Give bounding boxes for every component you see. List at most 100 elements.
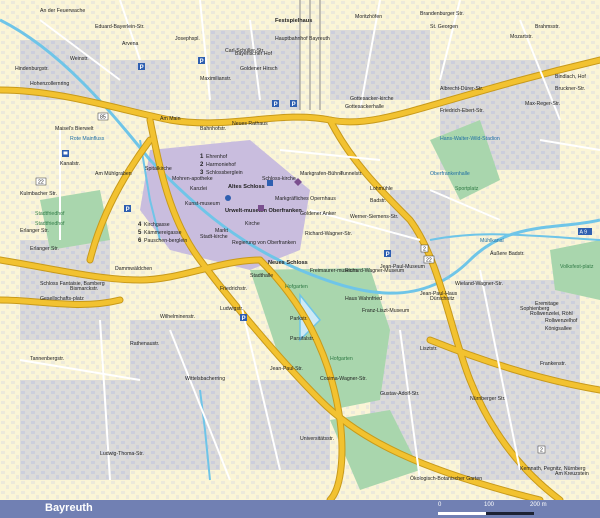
road-label: Weinstr. (70, 56, 89, 62)
road-label: Hindenburgstr. (15, 66, 49, 72)
route-shield-number: 2 (540, 448, 543, 454)
place-label: Markgrafen-Bühne (300, 171, 343, 177)
place-label: Markt (215, 228, 229, 234)
road-label: An der Feuerwache (40, 8, 85, 14)
place-label: Hans-Walter-Wild-Stadion (440, 136, 500, 142)
park-label: Hofgarten (330, 356, 353, 362)
place-label: Kirche (245, 221, 260, 227)
road-label: Lisztstr. (420, 346, 438, 352)
place-label: Franz-Liszt-Museum (362, 308, 409, 314)
water-label: Rote Mainfluss (70, 136, 105, 142)
museum-icon (258, 205, 264, 211)
svg-text:P: P (292, 102, 296, 108)
road-label: Frankenstr. (540, 361, 566, 367)
road-label: Dammwäldchen (115, 266, 152, 272)
place-label: Stadtfriedhof (35, 221, 65, 227)
road-label: Hohenzollernring (30, 81, 69, 87)
place-label: Jean-Paul-Haus (420, 291, 458, 297)
city-map: An der Feuerwache Eduard-Bayerlein-Str. … (0, 0, 600, 504)
road-label: Brahmsstr. (535, 24, 560, 30)
road-label: Mozartstr. (510, 34, 533, 40)
road-label: Kulmbacher Str. (20, 191, 57, 197)
road-label: Gustav-Adolf-Str. (380, 391, 420, 397)
sight-label: Ehrenhof (206, 154, 228, 160)
scale-segment (486, 512, 534, 515)
road-label: Wilhelminenstr. (160, 314, 195, 320)
road-label: Richard-Wagner-Str. (305, 231, 352, 237)
road-label: Josephspl. (175, 36, 200, 42)
place-label: Goldener Anker (300, 211, 336, 217)
scale-segment (438, 512, 486, 515)
road-label: Arvena (122, 41, 139, 47)
road-label: Am Kreuzstein (555, 471, 589, 477)
place-label: Stadthalle (250, 273, 273, 279)
place-label: Stadtfriedhof (35, 211, 65, 217)
place-label: Festspielhaus (275, 18, 312, 24)
place-label: Rollwenzelei, Röhl (530, 311, 573, 317)
svg-text:P: P (242, 316, 246, 322)
svg-text:P: P (274, 102, 278, 108)
road-label: Max-Reger-Str. (525, 101, 560, 107)
place-label: Hauptbahnhof Bayreuth (275, 36, 330, 42)
parking-icon: P (198, 57, 205, 65)
road-label: Parkstr. (290, 316, 308, 322)
place-label: Spitalkirche (145, 166, 172, 172)
route-shield-number: 22 (426, 258, 432, 264)
place-label: Gottesackerhalle (345, 104, 384, 110)
place-label: Lohmühle (370, 186, 393, 192)
road-label: Wittelsbacherring (185, 376, 225, 382)
road-label: Badstr. (370, 198, 386, 204)
road-label: Erlanger Str. (30, 246, 59, 252)
map-title: Bayreuth (45, 502, 93, 514)
stadtfriedhof-park (40, 190, 110, 250)
route-shield-number: 85 (100, 115, 106, 121)
svg-text:P: P (126, 207, 130, 213)
place-label: Gesellschafts-platz (40, 296, 84, 302)
info-icon (225, 195, 231, 201)
scale-label: 100 (484, 502, 495, 508)
place-label: Gottesacker-kirche (350, 96, 394, 102)
park-label: Hofgarten (285, 284, 308, 290)
road-label: Maximilianstr. (200, 76, 231, 82)
scale-bar: 0 100 200 m (438, 502, 588, 516)
road-label: Ludwig-Thoma-Str. (100, 451, 144, 457)
road-label: Bruckner-Str. (555, 86, 585, 92)
road-label: Parsifalstr. (290, 336, 314, 342)
place-label: Rollwenzelhof (545, 318, 578, 324)
road-label: Bahnhofstr. (200, 126, 226, 132)
parking-icon: P (138, 63, 145, 71)
parking-icon: P (272, 100, 279, 108)
road-label: St. Georgen (430, 24, 458, 30)
road-label: Tannenbergstr. (30, 356, 64, 362)
road-label: Cosima-Wagner-Str. (320, 376, 367, 382)
road-label: Äußere Badstr. (490, 250, 525, 257)
road-label: Brandenburger Str. (420, 11, 464, 17)
map-footer-bar: Bayreuth 0 100 200 m (0, 500, 600, 518)
place-label: Schloss Fantaisie, Bamberg (40, 281, 105, 287)
svg-text:P: P (140, 65, 144, 71)
road-label: Ludwigstr. (220, 306, 243, 312)
route-shield-number: 22 (38, 180, 44, 186)
place-label: Jean-Paul-Museum (380, 264, 425, 270)
water-label: Mühlkanal (480, 238, 504, 244)
parking-icon: P (384, 250, 391, 258)
route-shield-number: 2 (423, 247, 426, 253)
place-label: Kunst-museum (185, 201, 220, 207)
sight-label: Pauschen-berglein (144, 238, 187, 244)
place-label: Altes Schloss (228, 184, 265, 190)
scale-label: 0 (438, 502, 442, 508)
sight-label: Kämmereigasse (144, 230, 182, 236)
place-label: Stadt-kirche (200, 234, 228, 240)
svg-text:P: P (200, 59, 204, 65)
hotel-icon (267, 180, 273, 186)
road-label: Universitätsstr. (300, 436, 334, 442)
road-label: Albrecht-Dürer-Str. (440, 86, 483, 92)
road-label: Moritzhöfen (355, 14, 382, 20)
place-label: Goldener Hirsch (240, 66, 278, 72)
parking-icon: P (240, 314, 247, 322)
place-label: Volksfest-platz (560, 264, 594, 270)
place-label: Ökologisch-Botanischer Garten (410, 475, 482, 482)
place-label: Neues Rathaus (232, 121, 268, 127)
road-label: Am Mühlgraben (95, 171, 132, 177)
road-label: Am Main (160, 116, 181, 122)
